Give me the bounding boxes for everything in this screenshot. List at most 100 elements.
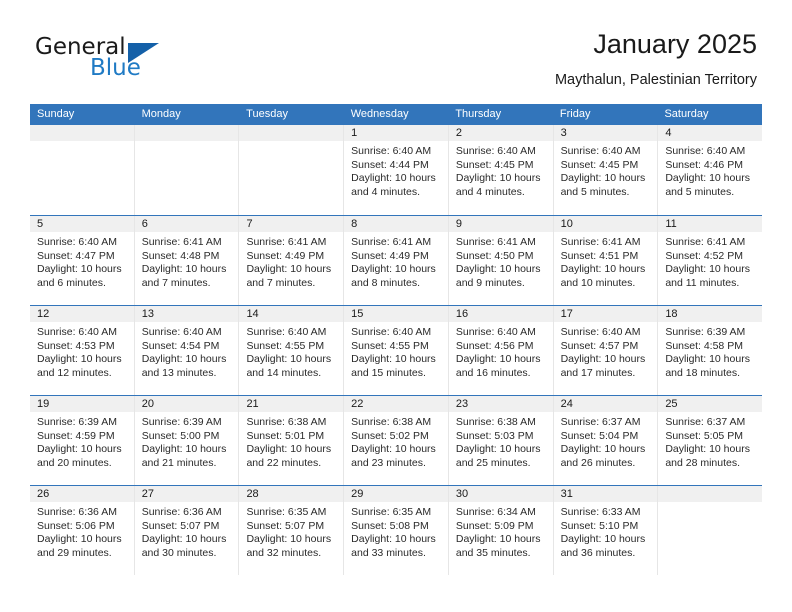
day-number: 2 [448, 125, 553, 141]
day-number: 28 [239, 486, 344, 502]
day-number: 30 [448, 486, 553, 502]
calendar-day-cell[interactable]: 28 Sunrise: 6:35 AM Sunset: 5:07 PM Dayligh… [239, 486, 345, 575]
sunrise-text: Sunrise: 6:35 AM [246, 506, 327, 518]
calendar-day-cell[interactable]: 17 Sunrise: 6:40 AM Sunset: 4:57 PM Dayligh… [553, 306, 659, 395]
day-details: Sunrise: 6:41 AM Sunset: 4:49 PM Daylight:… [239, 232, 343, 290]
day-number: 22 [344, 396, 448, 412]
day-details: Sunrise: 6:38 AM Sunset: 5:01 PM Daylight:… [239, 412, 343, 470]
calendar-day-cell[interactable]: 11 Sunrise: 6:41 AM Sunset: 4:52 PM Dayligh… [658, 216, 763, 305]
day-details: Sunrise: 6:38 AM Sunset: 5:03 PM Daylight:… [449, 412, 553, 470]
daylight-text: Daylight: 10 hours and 14 minutes. [246, 353, 332, 379]
sunset-text: Sunset: 5:00 PM [141, 429, 220, 442]
daylight-text: Daylight: 10 hours and 12 minutes. [37, 353, 122, 379]
calendar-day-cell[interactable]: 12 Sunrise: 6:40 AM Sunset: 4:53 PM Dayligh… [30, 306, 135, 395]
sunrise-text: Sunrise: 6:38 AM [351, 416, 432, 428]
calendar-day-cell[interactable]: 24 Sunrise: 6:37 AM Sunset: 5:04 PM Dayligh… [553, 396, 659, 485]
day-number: 31 [553, 486, 658, 502]
sunrise-text: Sunrise: 6:40 AM [141, 326, 222, 338]
calendar-day-cell[interactable]: 7 Sunrise: 6:41 AM Sunset: 4:49 PM Daylight… [239, 216, 345, 305]
calendar-day-cell[interactable]: 6 Sunrise: 6:41 AM Sunset: 4:48 PM Daylight… [134, 216, 240, 305]
day-number: 20 [134, 396, 239, 412]
sunset-text: Sunset: 5:02 PM [351, 429, 429, 442]
sunrise-text: Sunrise: 6:41 AM [351, 236, 432, 248]
calendar-day-cell[interactable]: 26 Sunrise: 6:36 AM Sunset: 5:06 PM Dayligh… [30, 486, 135, 575]
sunset-text: Sunset: 5:03 PM [455, 429, 534, 442]
day-details: Sunrise: 6:39 AM Sunset: 4:59 PM Daylight:… [30, 412, 134, 470]
daylight-text: Daylight: 10 hours and 6 minutes. [37, 263, 122, 289]
sunrise-text: Sunrise: 6:40 AM [246, 326, 327, 338]
calendar-day-cell[interactable]: 30 Sunrise: 6:34 AM Sunset: 5:09 PM Dayligh… [448, 486, 554, 575]
day-details: Sunrise: 6:40 AM Sunset: 4:55 PM Daylight:… [239, 322, 343, 380]
daylight-text: Daylight: 10 hours and 33 minutes. [351, 533, 436, 559]
sunrise-text: Sunrise: 6:38 AM [455, 416, 536, 428]
weekday-header-tuesday: Tuesday [246, 108, 288, 120]
day-number: 29 [344, 486, 448, 502]
day-details: Sunrise: 6:40 AM Sunset: 4:46 PM Daylight:… [658, 141, 762, 199]
general-blue-logo[interactable]: General Blue [35, 34, 215, 88]
day-number: 19 [30, 396, 134, 412]
day-details: Sunrise: 6:36 AM Sunset: 5:06 PM Daylight:… [30, 502, 134, 560]
daylight-text: Daylight: 10 hours and 30 minutes. [141, 533, 227, 559]
sunrise-text: Sunrise: 6:37 AM [560, 416, 641, 428]
day-details: Sunrise: 6:35 AM Sunset: 5:07 PM Daylight:… [239, 502, 343, 560]
daylight-text: Daylight: 10 hours and 22 minutes. [246, 443, 332, 469]
weekday-header-thursday: Thursday [455, 108, 502, 120]
calendar-day-cell[interactable]: 22 Sunrise: 6:38 AM Sunset: 5:02 PM Dayligh… [344, 396, 449, 485]
calendar-day-cell[interactable]: 3 Sunrise: 6:40 AM Sunset: 4:45 PM Daylight… [553, 125, 659, 215]
daylight-text: Daylight: 10 hours and 10 minutes. [560, 263, 646, 289]
calendar-day-cell[interactable]: 23 Sunrise: 6:38 AM Sunset: 5:03 PM Dayligh… [448, 396, 554, 485]
sunrise-text: Sunrise: 6:40 AM [560, 145, 641, 157]
calendar-day-cell[interactable]: 18 Sunrise: 6:39 AM Sunset: 4:58 PM Dayligh… [658, 306, 763, 395]
calendar-day-cell[interactable]: 16 Sunrise: 6:40 AM Sunset: 4:56 PM Dayligh… [448, 306, 554, 395]
calendar-day-cell[interactable]: 14 Sunrise: 6:40 AM Sunset: 4:55 PM Dayligh… [239, 306, 345, 395]
day-number: 4 [658, 125, 763, 141]
day-number: 24 [553, 396, 658, 412]
calendar-day-cell[interactable]: 2 Sunrise: 6:40 AM Sunset: 4:45 PM Daylight… [448, 125, 554, 215]
calendar-day-cell[interactable]: 9 Sunrise: 6:41 AM Sunset: 4:50 PM Daylight… [448, 216, 554, 305]
calendar-day-cell[interactable]: 27 Sunrise: 6:36 AM Sunset: 5:07 PM Dayligh… [134, 486, 240, 575]
daylight-text: Daylight: 10 hours and 16 minutes. [455, 353, 541, 379]
calendar-day-cell[interactable]: 8 Sunrise: 6:41 AM Sunset: 4:49 PM Daylight… [344, 216, 449, 305]
daylight-text: Daylight: 10 hours and 13 minutes. [141, 353, 227, 379]
sunset-text: Sunset: 4:47 PM [37, 249, 115, 262]
calendar-day-cell[interactable]: 31 Sunrise: 6:33 AM Sunset: 5:10 PM Dayligh… [553, 486, 659, 575]
day-number: 13 [134, 306, 239, 322]
calendar-day-cell[interactable]: 15 Sunrise: 6:40 AM Sunset: 4:55 PM Dayligh… [344, 306, 449, 395]
day-details: Sunrise: 6:35 AM Sunset: 5:08 PM Daylight:… [344, 502, 448, 560]
sunset-text: Sunset: 5:07 PM [246, 519, 325, 532]
calendar-day-cell[interactable]: 4 Sunrise: 6:40 AM Sunset: 4:46 PM Daylight… [658, 125, 763, 215]
daylight-text: Daylight: 10 hours and 21 minutes. [141, 443, 227, 469]
calendar-day-cell[interactable]: 10 Sunrise: 6:41 AM Sunset: 4:51 PM Dayligh… [553, 216, 659, 305]
day-details: Sunrise: 6:40 AM Sunset: 4:53 PM Daylight:… [30, 322, 134, 380]
day-details: Sunrise: 6:40 AM Sunset: 4:47 PM Daylight:… [30, 232, 134, 290]
day-number: 15 [344, 306, 448, 322]
sunset-text: Sunset: 4:59 PM [37, 429, 115, 442]
calendar-day-cell[interactable]: 21 Sunrise: 6:38 AM Sunset: 5:01 PM Dayligh… [239, 396, 345, 485]
sunrise-text: Sunrise: 6:33 AM [560, 506, 641, 518]
calendar-day-cell-empty [134, 125, 240, 215]
day-number: 6 [134, 216, 239, 232]
page-subtitle: Maythalun, Palestinian Territory [554, 72, 757, 88]
sunrise-text: Sunrise: 6:40 AM [665, 145, 746, 157]
sunset-text: Sunset: 4:57 PM [560, 339, 639, 352]
calendar-day-cell[interactable]: 25 Sunrise: 6:37 AM Sunset: 5:05 PM Dayligh… [658, 396, 763, 485]
logo-text-blue: Blue [90, 55, 141, 81]
weekday-header-saturday: Saturday [664, 108, 709, 120]
sunset-text: Sunset: 5:08 PM [351, 519, 429, 532]
calendar-week-row: 26 Sunrise: 6:36 AM Sunset: 5:06 PM Dayligh… [30, 485, 763, 575]
calendar-day-cell[interactable]: 1 Sunrise: 6:40 AM Sunset: 4:44 PM Daylight… [344, 125, 449, 215]
day-number: 10 [553, 216, 658, 232]
sunrise-text: Sunrise: 6:40 AM [455, 145, 536, 157]
weekday-header-monday: Monday [141, 108, 181, 120]
sunrise-text: Sunrise: 6:40 AM [351, 145, 432, 157]
calendar-day-cell[interactable]: 13 Sunrise: 6:40 AM Sunset: 4:54 PM Dayligh… [134, 306, 240, 395]
sunrise-text: Sunrise: 6:39 AM [141, 416, 222, 428]
day-number [239, 125, 344, 141]
day-details: Sunrise: 6:40 AM Sunset: 4:56 PM Daylight:… [449, 322, 553, 380]
sunset-text: Sunset: 4:45 PM [560, 158, 639, 171]
sunset-text: Sunset: 5:09 PM [455, 519, 534, 532]
calendar-day-cell[interactable]: 29 Sunrise: 6:35 AM Sunset: 5:08 PM Dayligh… [344, 486, 449, 575]
calendar-day-cell[interactable]: 5 Sunrise: 6:40 AM Sunset: 4:47 PM Daylight… [30, 216, 135, 305]
calendar-day-cell[interactable]: 19 Sunrise: 6:39 AM Sunset: 4:59 PM Dayligh… [30, 396, 135, 485]
calendar-day-cell[interactable]: 20 Sunrise: 6:39 AM Sunset: 5:00 PM Dayligh… [134, 396, 240, 485]
